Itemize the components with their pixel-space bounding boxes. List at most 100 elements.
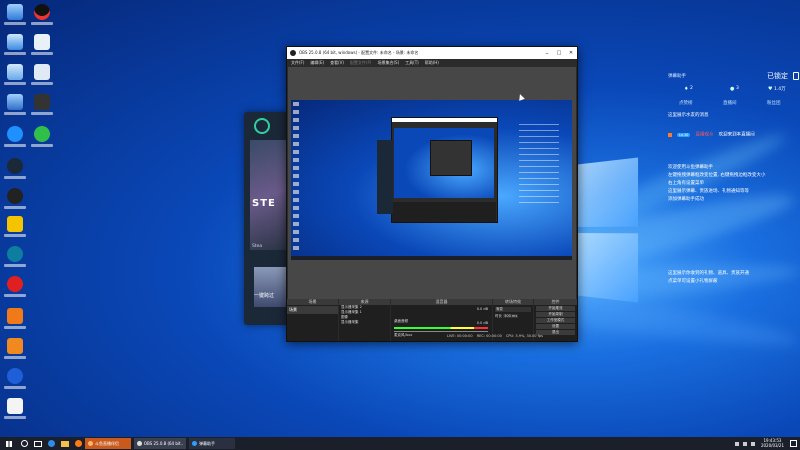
pinned-edge[interactable]: [45, 438, 58, 449]
tab-room[interactable]: 直播间: [723, 100, 737, 106]
desktop-icon-orange1[interactable]: [3, 308, 27, 329]
steam-window[interactable]: STE Stea 一键跨过: [244, 112, 290, 325]
desktop-icon-k[interactable]: [3, 368, 27, 389]
tip-line: 添加弹幕助手成功: [668, 196, 704, 202]
heat-icon: ♥: [768, 86, 772, 92]
tab-likes[interactable]: 点赞榜: [679, 100, 693, 106]
desktop-icon-doc[interactable]: [3, 398, 27, 419]
menu-tools[interactable]: 工具(T): [405, 60, 419, 66]
desktop-icon-file[interactable]: [30, 34, 54, 55]
close-icon[interactable]: ✕: [565, 50, 577, 56]
heat-count: 1.4万: [774, 86, 786, 92]
locked-status[interactable]: 已锁定: [767, 71, 788, 81]
rec-status: REC: 00:00:00: [477, 334, 502, 338]
desktop-icon-ie[interactable]: [3, 126, 27, 147]
mixer-track-mic: 麦克风/Aux 0.0 dB: [394, 321, 488, 342]
menu-file[interactable]: 文件(F): [291, 60, 304, 66]
steam-logo-text: STE: [252, 198, 276, 209]
desktop-icon-pc[interactable]: [3, 4, 27, 25]
transition-select[interactable]: 渐变: [495, 307, 531, 312]
mixer-track-name: 麦克风/Aux: [394, 333, 412, 337]
lock-settings-icon[interactable]: [793, 72, 799, 80]
minimize-icon[interactable]: –: [541, 50, 553, 57]
desktop: STE Stea 一键跨过 OBS 25.0.8 (64 bit, window…: [0, 0, 800, 437]
monitor-icon: [34, 64, 50, 80]
taskbar-item-label: 斗鱼直播伴侣: [95, 441, 119, 447]
gift-tip-line: 点菜单可设置小礼物屏蔽: [668, 278, 718, 284]
menu-help[interactable]: 帮助(H): [425, 60, 439, 66]
volume-meter: [394, 341, 488, 342]
desktop-icon-qq[interactable]: [30, 4, 54, 25]
like-count-icon: ♦: [684, 86, 688, 92]
desktop-icon-steam[interactable]: [3, 158, 27, 179]
orange-app-icon: [7, 338, 23, 354]
studio-mode-button[interactable]: 工作室模式: [536, 318, 575, 323]
taskbar-item-obs[interactable]: OBS 25.0.8 (64 bit...: [134, 438, 186, 449]
app-icon: [34, 94, 50, 110]
desktop-icon-control[interactable]: [3, 94, 27, 115]
start-streaming-button[interactable]: 开始推流: [536, 306, 575, 311]
user-count: 3: [736, 86, 739, 91]
desktop-icon-red[interactable]: [3, 276, 27, 297]
mixer-track-db: 0.0 dB: [477, 321, 488, 325]
mixer-track-db: 0.0 dB: [477, 307, 488, 311]
maximize-icon[interactable]: □: [553, 50, 565, 56]
obs-preview[interactable]: [288, 67, 576, 299]
obs-titlebar[interactable]: OBS 25.0.8 (64 bit, windows) - 配置文件: 未命名…: [287, 47, 577, 59]
douyu-app-icon: [88, 441, 93, 446]
menu-edit[interactable]: 编辑(E): [310, 60, 324, 66]
tab-fans[interactable]: 粉丝团: [767, 100, 781, 106]
qq-icon: [34, 4, 50, 20]
clock-date: 2020/03/21: [761, 443, 784, 448]
desktop-icon-yellow[interactable]: [3, 216, 27, 237]
search-button[interactable]: [18, 438, 31, 449]
gift-tip-line: 这里展示你收到的礼物、道具、贵族开通: [668, 270, 749, 276]
recycle-bin-icon: [7, 64, 23, 80]
user-count-icon: ●: [730, 86, 734, 92]
desktop-icon-orange2[interactable]: [3, 338, 27, 359]
source-item[interactable]: 显示器采集: [339, 320, 390, 325]
scenes-dock-header: 场景: [287, 299, 338, 305]
welcome-message: Lv.10 直播观众 欢迎来到本直播间: [668, 124, 798, 143]
desktop-icon-monitor[interactable]: [30, 64, 54, 85]
tip-line: 右上角有设置菜单: [668, 180, 704, 186]
obs-app-icon: [290, 50, 296, 56]
menu-profile[interactable]: 配置文件(P): [350, 60, 372, 66]
clock[interactable]: 19:43:53 2020/03/21: [758, 438, 787, 449]
pinned-explorer[interactable]: [58, 438, 72, 449]
tray-icons[interactable]: [732, 438, 758, 449]
taskbar-item-danmaku[interactable]: 弹幕助手: [189, 438, 235, 449]
desktop-icon-recycle[interactable]: [3, 64, 27, 85]
network-icon: [7, 34, 23, 50]
tip-line: 这里展示弹幕、贵族进场、礼物通知等等: [668, 188, 749, 194]
start-button[interactable]: [0, 438, 18, 449]
taskbar-item-douyu[interactable]: 斗鱼直播伴侣: [85, 438, 131, 449]
duration-label: 时长: [495, 314, 502, 318]
start-recording-button[interactable]: 开始录制: [536, 312, 575, 317]
desktop-icon-obs[interactable]: [3, 188, 27, 209]
task-view-button[interactable]: [31, 438, 45, 449]
menu-scene-collection[interactable]: 场景集合(S): [377, 60, 399, 66]
control-panel-icon: [7, 94, 23, 110]
notification-button[interactable]: [787, 438, 800, 449]
document-icon: [7, 398, 23, 414]
user-level-badge: Lv.10: [677, 133, 690, 137]
obs-window[interactable]: OBS 25.0.8 (64 bit, windows) - 配置文件: 未命名…: [286, 46, 578, 342]
obs-statusbar: LIVE: 00:00:00 REC: 00:00:00 CPU: 3.9%, …: [447, 334, 543, 338]
settings-button[interactable]: 设置: [536, 324, 575, 329]
pinned-douyu[interactable]: [72, 438, 85, 449]
douyu-icon: [75, 440, 82, 447]
danmaku-helper-overlay[interactable]: 弹幕助手 已锁定 ♦ 2 ● 3 ♥ 1.4万 点赞榜 直播间 粉丝团 这里展示…: [660, 70, 800, 300]
menu-view[interactable]: 查看(V): [330, 60, 344, 66]
orange-app-icon: [7, 308, 23, 324]
desktop-icon-app[interactable]: [30, 94, 54, 115]
obs-taskbar-icon: [137, 441, 142, 446]
steam-subtitle: Stea: [252, 244, 262, 249]
desktop-icon-green[interactable]: [30, 126, 54, 147]
desktop-icon-network[interactable]: [3, 34, 27, 55]
desktop-icon-teal[interactable]: [3, 246, 27, 267]
overlay-header: 弹幕助手: [668, 73, 686, 79]
computer-icon: [7, 4, 23, 20]
duration-input[interactable]: 300 ms: [503, 314, 518, 318]
scene-item[interactable]: 场景: [287, 306, 338, 314]
